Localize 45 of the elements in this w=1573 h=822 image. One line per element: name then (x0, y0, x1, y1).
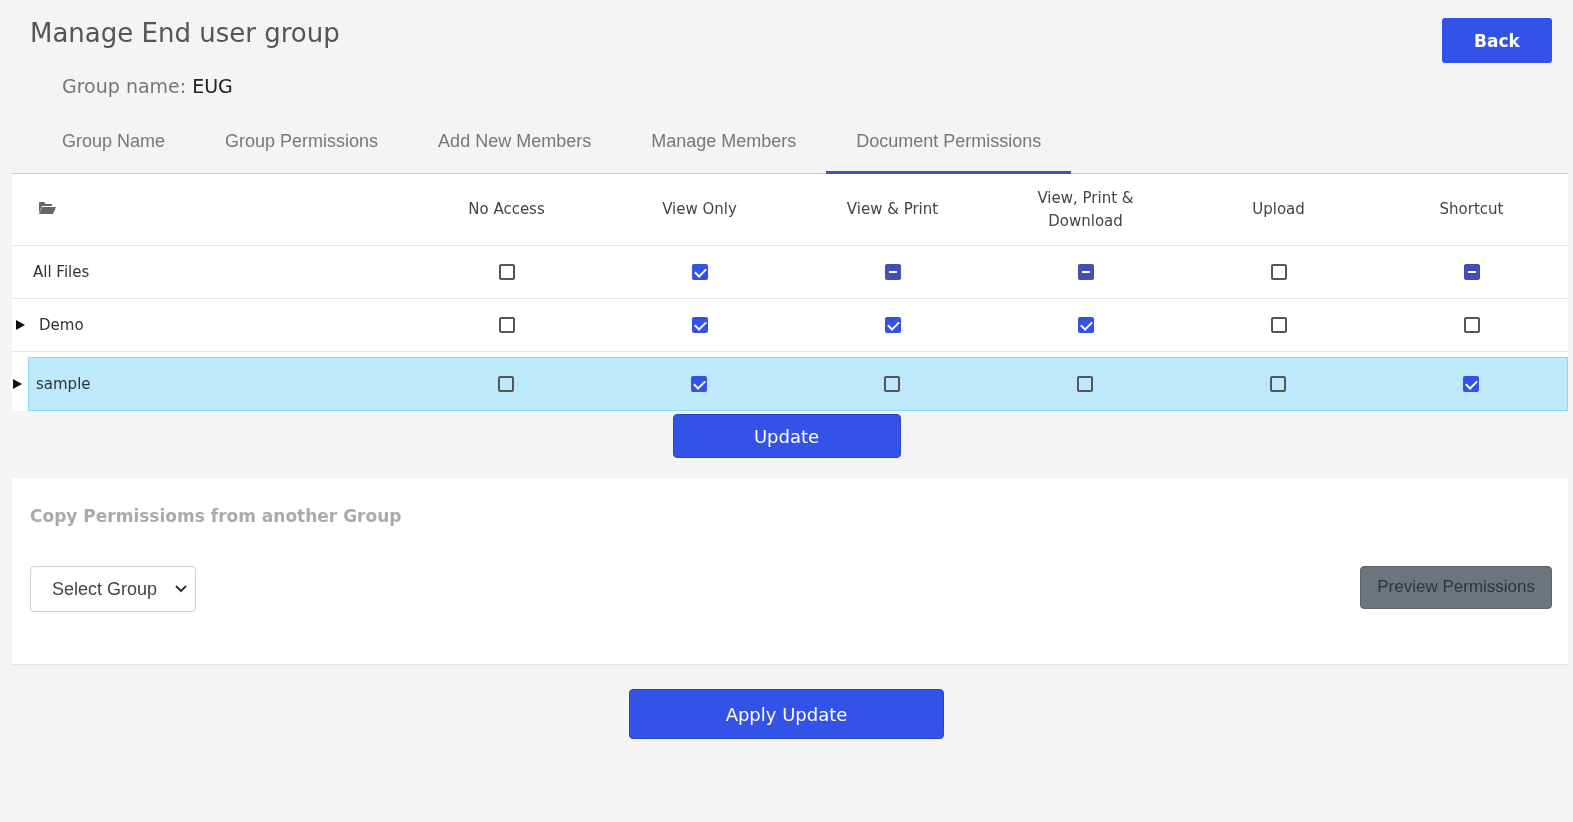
apply-update-button[interactable]: Apply Update (629, 689, 944, 739)
checkbox[interactable] (1077, 264, 1094, 280)
column-header: View, Print & Download (1036, 187, 1135, 232)
checkbox[interactable] (1269, 376, 1286, 392)
checkbox[interactable] (691, 317, 708, 333)
checkbox[interactable] (498, 376, 515, 392)
checkbox[interactable] (691, 376, 708, 392)
group-name-label: Group name: (62, 74, 187, 99)
checkbox[interactable] (884, 376, 901, 392)
checkbox[interactable] (884, 264, 901, 280)
checkbox[interactable] (498, 264, 515, 280)
checkbox[interactable] (884, 317, 901, 333)
tab[interactable]: Group Name (32, 109, 196, 174)
folder-name: All Files (33, 263, 90, 281)
checkbox[interactable] (1077, 317, 1094, 333)
group-select[interactable]: Select Group (30, 566, 197, 612)
back-button[interactable]: Back (1442, 18, 1552, 63)
chevron-down-icon (175, 585, 188, 593)
tab[interactable]: Group Permissions (195, 109, 409, 174)
group-name-value: EUG (192, 74, 233, 99)
table-row[interactable]: All Files (12, 246, 1568, 299)
section-title: Copy Permissioms from another Group (30, 506, 403, 526)
folder-icon (38, 200, 56, 214)
checkbox[interactable] (1076, 376, 1093, 392)
table-row[interactable]: Demo (12, 299, 1568, 352)
column-header: View Only (661, 199, 738, 220)
column-header: View & Print (845, 199, 940, 220)
page-title: Manage End user group (30, 17, 340, 48)
checkbox[interactable] (1463, 317, 1480, 333)
column-header: Upload (1251, 199, 1306, 220)
folder-name: sample (36, 375, 91, 393)
tab[interactable]: Manage Members (621, 109, 827, 174)
tab[interactable]: Add New Members (408, 109, 622, 174)
checkbox[interactable] (691, 264, 708, 280)
checkbox[interactable] (498, 317, 515, 333)
checkbox[interactable] (1463, 264, 1480, 280)
column-header: No Access (467, 199, 546, 220)
checkbox[interactable] (1270, 317, 1287, 333)
checkbox[interactable] (1270, 264, 1287, 280)
folder-name: Demo (39, 316, 84, 334)
update-button[interactable]: Update (672, 414, 901, 458)
caret-icon[interactable] (16, 320, 25, 330)
checkbox[interactable] (1462, 376, 1479, 392)
caret-icon[interactable] (13, 379, 22, 389)
column-header: Shortcut (1438, 199, 1505, 220)
